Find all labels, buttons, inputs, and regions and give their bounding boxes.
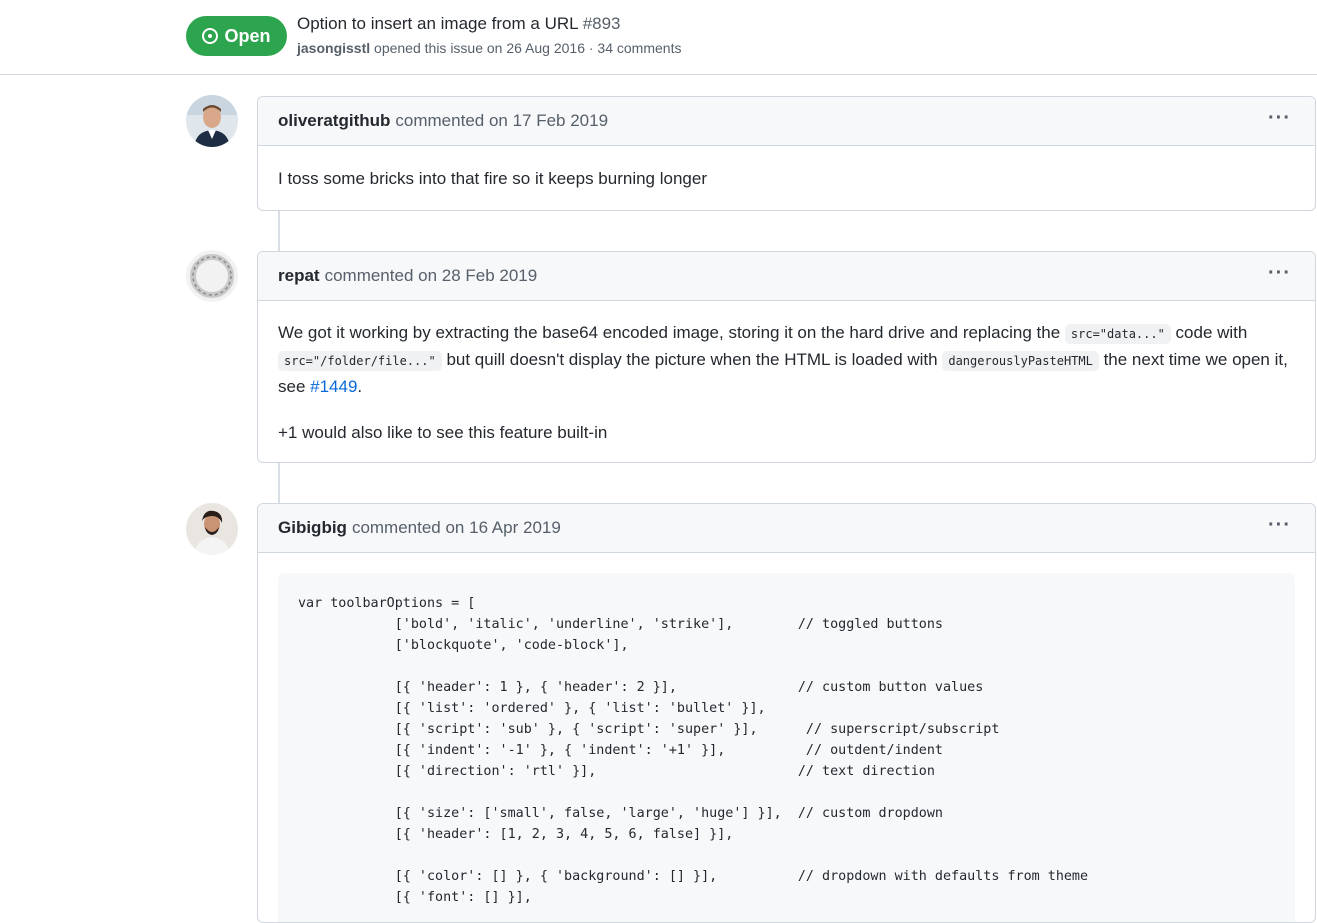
issue-title-text[interactable]: Option to insert an image from a URL [297,14,578,33]
issue-state-badge: Open [186,16,287,56]
comment-author-link[interactable]: oliveratgithub [278,111,390,131]
code-block: var toolbarOptions = [ ['bold', 'italic'… [278,573,1295,922]
comment-author-link[interactable]: repat [278,266,320,286]
comment-date-link[interactable]: commented on 17 Feb 2019 [395,111,608,131]
issue-meta-text: opened this issue on 26 Aug 2016 · 34 co… [374,40,682,56]
issue-author-link[interactable]: jasongisstl [297,40,370,56]
kebab-menu-icon[interactable]: ··· [1268,107,1291,130]
text-fragment: We got it working by extracting the base… [278,323,1065,342]
inline-code: src="/folder/file..." [278,351,442,371]
issue-state-label: Open [224,25,271,46]
kebab-menu-icon[interactable]: ··· [1268,514,1291,537]
issue-title[interactable]: Option to insert an image from a URL #89… [297,14,621,34]
issue-meta: jasongisstl opened this issue on 26 Aug … [297,40,681,56]
avatar-gibigbig[interactable] [186,503,238,555]
comment-body: We got it working by extracting the base… [258,301,1315,446]
issue-open-icon [202,28,219,44]
text-fragment: . [357,377,363,396]
inline-code: dangerouslyPasteHTML [942,351,1099,371]
inline-code: src="data..." [1064,324,1171,344]
comment-paragraph: +1 would also like to see this feature b… [278,423,608,442]
text-fragment: code with [1170,323,1248,342]
comment-card: oliveratgithub commented on 17 Feb 2019 … [257,96,1316,211]
avatar-repat[interactable] [186,250,238,302]
comment-date-link[interactable]: commented on 28 Feb 2019 [325,266,538,286]
comment-header: oliveratgithub commented on 17 Feb 2019 … [258,97,1315,146]
issue-reference-link[interactable]: #1449 [310,377,357,396]
comment-body: var toolbarOptions = [ ['bold', 'italic'… [258,553,1315,922]
kebab-menu-icon[interactable]: ··· [1268,262,1291,285]
comment-card: repat commented on 28 Feb 2019 ··· We go… [257,251,1316,463]
timeline-connector [278,210,280,252]
issue-number: #893 [582,14,621,33]
comment-header: repat commented on 28 Feb 2019 ··· [258,252,1315,301]
issue-sticky-header: Open Option to insert an image from a UR… [0,0,1317,75]
avatar-oliveratgithub[interactable] [186,95,238,147]
comment-header: Gibigbig commented on 16 Apr 2019 ··· [258,504,1315,553]
comment-card: Gibigbig commented on 16 Apr 2019 ··· va… [257,503,1316,923]
timeline-connector [278,462,280,504]
comment-date-link[interactable]: commented on 16 Apr 2019 [352,518,561,538]
comment-body: I toss some bricks into that fire so it … [258,146,1315,192]
text-fragment: but quill doesn't display the picture wh… [441,350,943,369]
comment-text: I toss some bricks into that fire so it … [278,169,707,188]
comment-paragraph: We got it working by extracting the base… [278,320,1295,400]
comment-author-link[interactable]: Gibigbig [278,518,347,538]
